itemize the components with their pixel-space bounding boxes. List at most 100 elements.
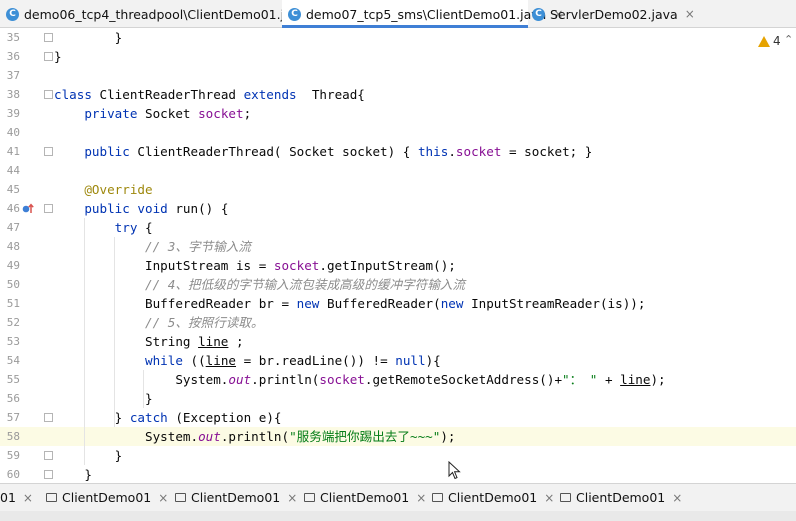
code-token: ;: [243, 106, 252, 121]
inspection-widget[interactable]: 4: [758, 34, 781, 48]
code-line[interactable]: 56 }: [0, 389, 796, 408]
fold-toggle-icon[interactable]: [44, 52, 53, 61]
line-number: 40: [6, 126, 20, 139]
fold-toggle-icon[interactable]: [44, 147, 53, 156]
chevron-up-icon[interactable]: ⌃: [784, 33, 793, 46]
close-icon[interactable]: ×: [287, 491, 297, 505]
code-editor[interactable]: 35 } 36} 37 38 class ClientReaderThread exte…: [0, 28, 796, 483]
code-line[interactable]: 38 class ClientReaderThread extends Threa…: [0, 85, 796, 104]
code-text: }: [54, 47, 62, 66]
code-line[interactable]: 60 }: [0, 465, 796, 483]
java-class-icon: C: [532, 7, 545, 21]
bottom-tool-tabs: 01 × ClientDemo01 × ClientDemo01 × ClientDemo0…: [0, 483, 796, 511]
fold-toggle-icon[interactable]: [44, 90, 53, 99]
code-token: ClientReaderThread( Socket socket) {: [137, 144, 418, 159]
code-text: String line ;: [54, 332, 244, 351]
close-icon[interactable]: ×: [672, 491, 682, 505]
fold-toggle-icon[interactable]: [44, 470, 53, 479]
run-tab-clientdemo01[interactable]: ClientDemo01 ×: [560, 484, 682, 511]
code-line[interactable]: 44: [0, 161, 796, 180]
code-text: public void run() {: [54, 199, 228, 218]
console-icon: [175, 493, 186, 502]
close-icon[interactable]: ×: [158, 491, 168, 505]
override-method-icon[interactable]: [22, 202, 34, 214]
code-line[interactable]: 52 // 5、按照行读取。: [0, 313, 796, 332]
code-line[interactable]: 59 }: [0, 446, 796, 465]
line-number: 52: [6, 316, 20, 329]
close-icon[interactable]: ×: [23, 491, 33, 505]
code-text: } catch (Exception e){: [54, 408, 282, 427]
tab-demo06-client[interactable]: C demo06_tcp4_threadpool\ClientDemo01.ja…: [2, 0, 324, 28]
fold-toggle-icon[interactable]: [44, 33, 53, 42]
code-line[interactable]: 55 System.out.println(socket.getRemoteSo…: [0, 370, 796, 389]
code-token: line: [198, 334, 229, 349]
code-token: ;: [228, 334, 244, 349]
fold-toggle-icon[interactable]: [44, 204, 53, 213]
close-icon[interactable]: ×: [416, 491, 426, 505]
fold-toggle-icon[interactable]: [44, 413, 53, 422]
code-line[interactable]: 36}: [0, 47, 796, 66]
code-token: }: [54, 391, 153, 406]
line-number: 48: [6, 240, 20, 253]
code-line[interactable]: 51 BufferedReader br = new BufferedReade…: [0, 294, 796, 313]
code-line[interactable]: 54 while ((line = br.readLine()) != null…: [0, 351, 796, 370]
code-line[interactable]: 50 // 4、把低级的字节输入流包装成高级的缓冲字符输入流: [0, 275, 796, 294]
code-token: (Exception e){: [175, 410, 282, 425]
code-line[interactable]: 45 @Override: [0, 180, 796, 199]
code-text: // 5、按照行读取。: [54, 313, 264, 332]
code-token: catch: [129, 410, 176, 425]
line-number: 36: [6, 50, 20, 63]
code-text: @Override: [54, 180, 152, 199]
line-number: 53: [6, 335, 20, 348]
line-number: 44: [6, 164, 20, 177]
code-line[interactable]: 47 try {: [0, 218, 796, 237]
run-tab-label: ClientDemo01: [448, 490, 538, 505]
fold-toggle-icon[interactable]: [44, 451, 53, 460]
code-token: ((: [190, 353, 206, 368]
code-text: class ClientReaderThread extends Thread{: [54, 85, 365, 104]
code-token: );: [650, 372, 666, 387]
close-icon[interactable]: ×: [685, 7, 695, 21]
tab-server-demo02[interactable]: C ServlerDemo02.java ×: [526, 0, 695, 28]
tab-demo07-client[interactable]: C demo07_tcp5_sms\ClientDemo01.java ×: [282, 0, 563, 28]
tab-label: ServlerDemo02.java: [550, 6, 678, 22]
code-token: this: [417, 144, 449, 159]
code-token: = socket; }: [501, 144, 593, 159]
code-line[interactable]: 39 private Socket socket;: [0, 104, 796, 123]
line-number: 45: [6, 183, 20, 196]
code-line[interactable]: 48 // 3、字节输入流: [0, 237, 796, 256]
code-line[interactable]: 53 String line ;: [0, 332, 796, 351]
indent-guide: [143, 370, 144, 408]
editor-tab-bar: C demo06_tcp4_threadpool\ClientDemo01.ja…: [0, 0, 796, 28]
code-line[interactable]: 58 System.out.println("服务端把你踢出去了~~~");: [0, 427, 796, 446]
run-tab-clientdemo01[interactable]: ClientDemo01 ×: [304, 484, 426, 511]
code-token: Thread{: [304, 87, 365, 102]
run-tab-label: ClientDemo01: [191, 490, 281, 505]
run-tab-clientdemo01[interactable]: ClientDemo01 ×: [46, 484, 168, 511]
code-token: }: [54, 448, 123, 463]
java-class-icon: C: [6, 7, 19, 21]
close-icon[interactable]: ×: [544, 491, 554, 505]
line-number: 58: [6, 430, 20, 443]
code-line[interactable]: 41 public ClientReaderThread( Socket soc…: [0, 142, 796, 161]
code-line[interactable]: 40: [0, 123, 796, 142]
run-tab-clientdemo01[interactable]: 01 ×: [0, 484, 33, 511]
run-tab-clientdemo01[interactable]: ClientDemo01 ×: [175, 484, 297, 511]
code-area[interactable]: 35 } 36} 37 38 class ClientReaderThread exte…: [0, 28, 796, 483]
line-number: 49: [6, 259, 20, 272]
code-line[interactable]: 57 } catch (Exception e){: [0, 408, 796, 427]
code-token: }: [54, 30, 123, 45]
code-token: BufferedReader(: [326, 296, 441, 311]
code-text: try {: [54, 218, 153, 237]
tab-label: demo07_tcp5_sms\ClientDemo01.java: [306, 6, 547, 22]
warning-icon: [758, 35, 770, 47]
code-line[interactable]: 35 }: [0, 28, 796, 47]
code-text: BufferedReader br = new BufferedReader(n…: [54, 294, 645, 313]
run-tab-clientdemo01[interactable]: ClientDemo01 ×: [432, 484, 554, 511]
code-line[interactable]: 37: [0, 66, 796, 85]
code-line[interactable]: 49 InputStream is = socket.getInputStrea…: [0, 256, 796, 275]
code-line[interactable]: 46 public void run() {: [0, 199, 796, 218]
code-token: "服务端把你踢出去了~~~": [289, 429, 441, 444]
indent-guide: [84, 218, 85, 465]
